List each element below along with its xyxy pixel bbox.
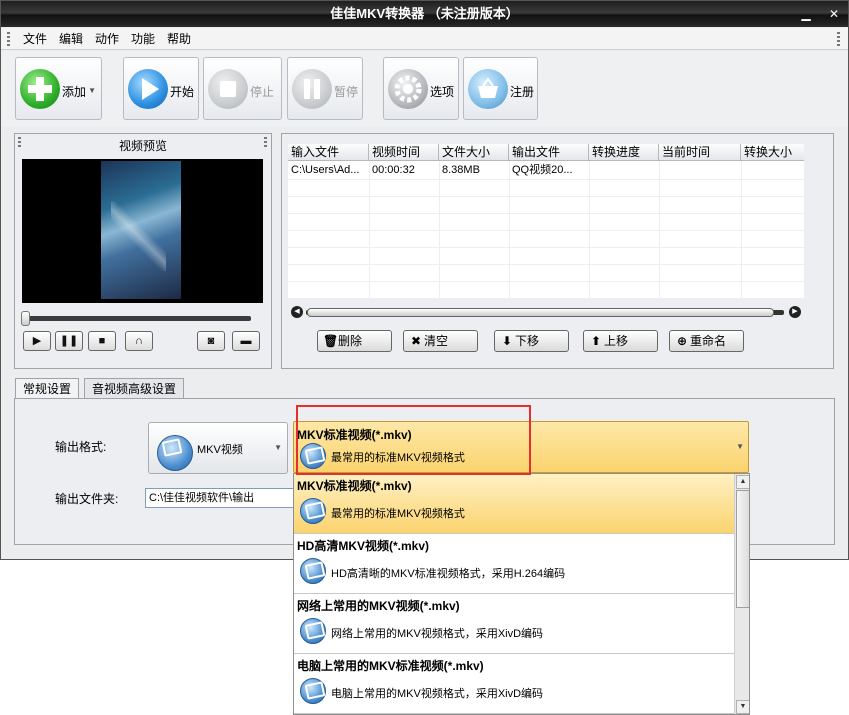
file-table: 输入文件 视频时间 文件大小 输出文件 转换进度 当前时间 转换大小 C:\Us… [288, 144, 804, 298]
format-dropdown-list: MKV标准视频(*.mkv) 最常用的标准MKV视频格式 HD高清MKV视频(*… [293, 473, 750, 715]
column-header[interactable]: 转换大小 [741, 144, 804, 161]
column-header[interactable]: 当前时间 [659, 144, 741, 161]
column-header[interactable]: 视频时间 [369, 144, 439, 161]
move-down-button[interactable]: ⬇ 下移 [494, 330, 569, 352]
delete-button[interactable]: 🗑 删除 [317, 330, 392, 352]
move-up-button[interactable]: ⬆ 上移 [583, 330, 658, 352]
stop-button[interactable]: 停止 [203, 57, 282, 120]
format-option[interactable]: HD高清MKV视频(*.mkv) HD高清晰的MKV标准视频格式，采用H.264… [294, 534, 734, 594]
chevron-down-icon[interactable]: ▼ [88, 86, 96, 95]
seek-track[interactable] [23, 316, 251, 321]
stop-small-icon: ■ [98, 335, 106, 347]
camera-icon: ◙ [207, 335, 215, 347]
minimize-icon[interactable]: ▁ [799, 7, 813, 21]
table-cell[interactable]: QQ视频20... [509, 162, 589, 179]
file-list-panel: 输入文件 视频时间 文件大小 输出文件 转换进度 当前时间 转换大小 C:\Us… [281, 133, 834, 369]
video-format-icon [300, 443, 326, 469]
window-title: 佳佳MKV转换器 （未注册版本） [330, 6, 519, 21]
arrow-up-icon: ⬆ [590, 334, 602, 348]
table-cell[interactable]: C:\Users\Ad... [288, 162, 369, 179]
gear-icon [388, 69, 428, 109]
rename-button[interactable]: ⊕ 重命名 [669, 330, 744, 352]
seek-handle[interactable] [21, 311, 30, 326]
chevron-down-icon[interactable]: ▼ [736, 442, 744, 451]
scroll-left-icon[interactable]: ◀ [291, 306, 303, 318]
format-option[interactable]: 网络上常用的MKV视频(*.mkv) 网络上常用的MKV视频格式，采用XivD编… [294, 594, 734, 654]
video-format-icon [300, 678, 326, 704]
scroll-up-icon[interactable]: ▲ [736, 475, 749, 489]
audio-button[interactable]: ∩ [125, 331, 153, 351]
output-folder-field[interactable]: C:\佳佳视频软件\输出 [145, 488, 295, 508]
snapshot-button[interactable]: ◙ [197, 331, 225, 351]
menu-grip-right-icon [837, 32, 840, 46]
output-folder-label: 输出文件夹: [55, 492, 119, 506]
headphones-icon: ∩ [135, 335, 143, 347]
horizontal-scrollbar[interactable]: ◀ ▶ [288, 306, 804, 318]
video-format-icon [157, 435, 193, 471]
title-bar: 佳佳MKV转换器 （未注册版本） ▁ ✕ [1, 1, 848, 27]
scroll-right-icon[interactable]: ▶ [789, 306, 801, 318]
output-format-label: 输出格式: [55, 440, 107, 454]
basket-icon [468, 69, 508, 109]
format-option[interactable]: 电脑上常用的MKV标准视频(*.mkv) 电脑上常用的MKV视频格式，采用Xiv… [294, 654, 734, 714]
clear-button[interactable]: ✖ 清空 [403, 330, 478, 352]
column-header[interactable]: 输出文件 [509, 144, 589, 161]
menu-help[interactable]: 帮助 [167, 31, 191, 47]
video-thumbnail [101, 161, 181, 299]
tab-general[interactable]: 常规设置 [15, 378, 80, 400]
close-icon[interactable]: ✕ [827, 7, 841, 21]
preview-title: 视频预览 [118, 139, 167, 153]
panel-grip-right-icon [264, 137, 267, 147]
options-button[interactable]: 选项 [383, 57, 459, 120]
pause-button[interactable]: 暂停 [287, 57, 363, 120]
selected-format-title: MKV标准视频(*.mkv) [297, 428, 412, 442]
start-button[interactable]: 开始 [123, 57, 199, 120]
open-folder-button[interactable]: ▬ [232, 331, 260, 351]
video-format-icon [300, 558, 326, 584]
pause-small-button[interactable]: ❚❚ [55, 331, 83, 351]
menu-grip-icon [7, 32, 10, 46]
scroll-down-icon[interactable]: ▼ [736, 700, 749, 714]
preview-panel: 视频预览 ▶ ❚❚ ■ ∩ ◙ ▬ [14, 133, 272, 369]
format-option[interactable]: MKV标准视频(*.mkv) 最常用的标准MKV视频格式 [294, 474, 734, 534]
tab-av-advanced[interactable]: 音视频高级设置 [84, 378, 185, 399]
add-icon [20, 69, 60, 109]
selected-format-desc: 最常用的标准MKV视频格式 [331, 452, 465, 464]
play-icon [128, 69, 168, 109]
table-cell[interactable]: 00:00:32 [369, 162, 439, 179]
menu-edit[interactable]: 编辑 [59, 31, 83, 47]
play-button[interactable]: ▶ [23, 331, 51, 351]
video-screen [22, 159, 263, 303]
pause-icon [292, 69, 332, 109]
menu-action[interactable]: 动作 [95, 31, 119, 47]
pause-small-icon: ❚❚ [59, 335, 79, 347]
scroll-thumb[interactable] [307, 308, 774, 317]
clear-x-icon: ✖ [410, 334, 422, 348]
column-header[interactable]: 文件大小 [439, 144, 509, 161]
menu-function[interactable]: 功能 [131, 31, 155, 47]
menu-file[interactable]: 文件 [23, 31, 47, 47]
video-format-icon [300, 618, 326, 644]
stop-small-button[interactable]: ■ [88, 331, 116, 351]
dropdown-scrollbar[interactable]: ▲ ▼ [734, 474, 749, 714]
register-button[interactable]: 注册 [463, 57, 538, 120]
add-button[interactable]: 添加 ▼ [15, 57, 102, 120]
play-small-icon: ▶ [32, 335, 42, 347]
rename-icon: ⊕ [676, 334, 688, 348]
folder-icon: ▬ [240, 335, 252, 347]
table-cell[interactable]: 8.38MB [439, 162, 509, 179]
format-category-button[interactable]: MKV视频 ▼ [148, 422, 288, 474]
column-header[interactable]: 转换进度 [589, 144, 659, 161]
chevron-down-icon[interactable]: ▼ [274, 443, 282, 452]
scroll-thumb[interactable] [736, 490, 749, 608]
toolbar: 添加 ▼ 开始 停止 暂停 选项 注册 [1, 51, 848, 127]
arrow-down-icon: ⬇ [501, 334, 513, 348]
stop-icon [208, 69, 248, 109]
trash-icon: 🗑 [323, 334, 339, 348]
format-select[interactable]: MKV标准视频(*.mkv) 最常用的标准MKV视频格式 ▼ [293, 421, 749, 473]
column-header[interactable]: 输入文件 [288, 144, 369, 161]
menu-bar: 文件 编辑 动作 功能 帮助 [1, 28, 848, 50]
video-format-icon [300, 498, 326, 524]
